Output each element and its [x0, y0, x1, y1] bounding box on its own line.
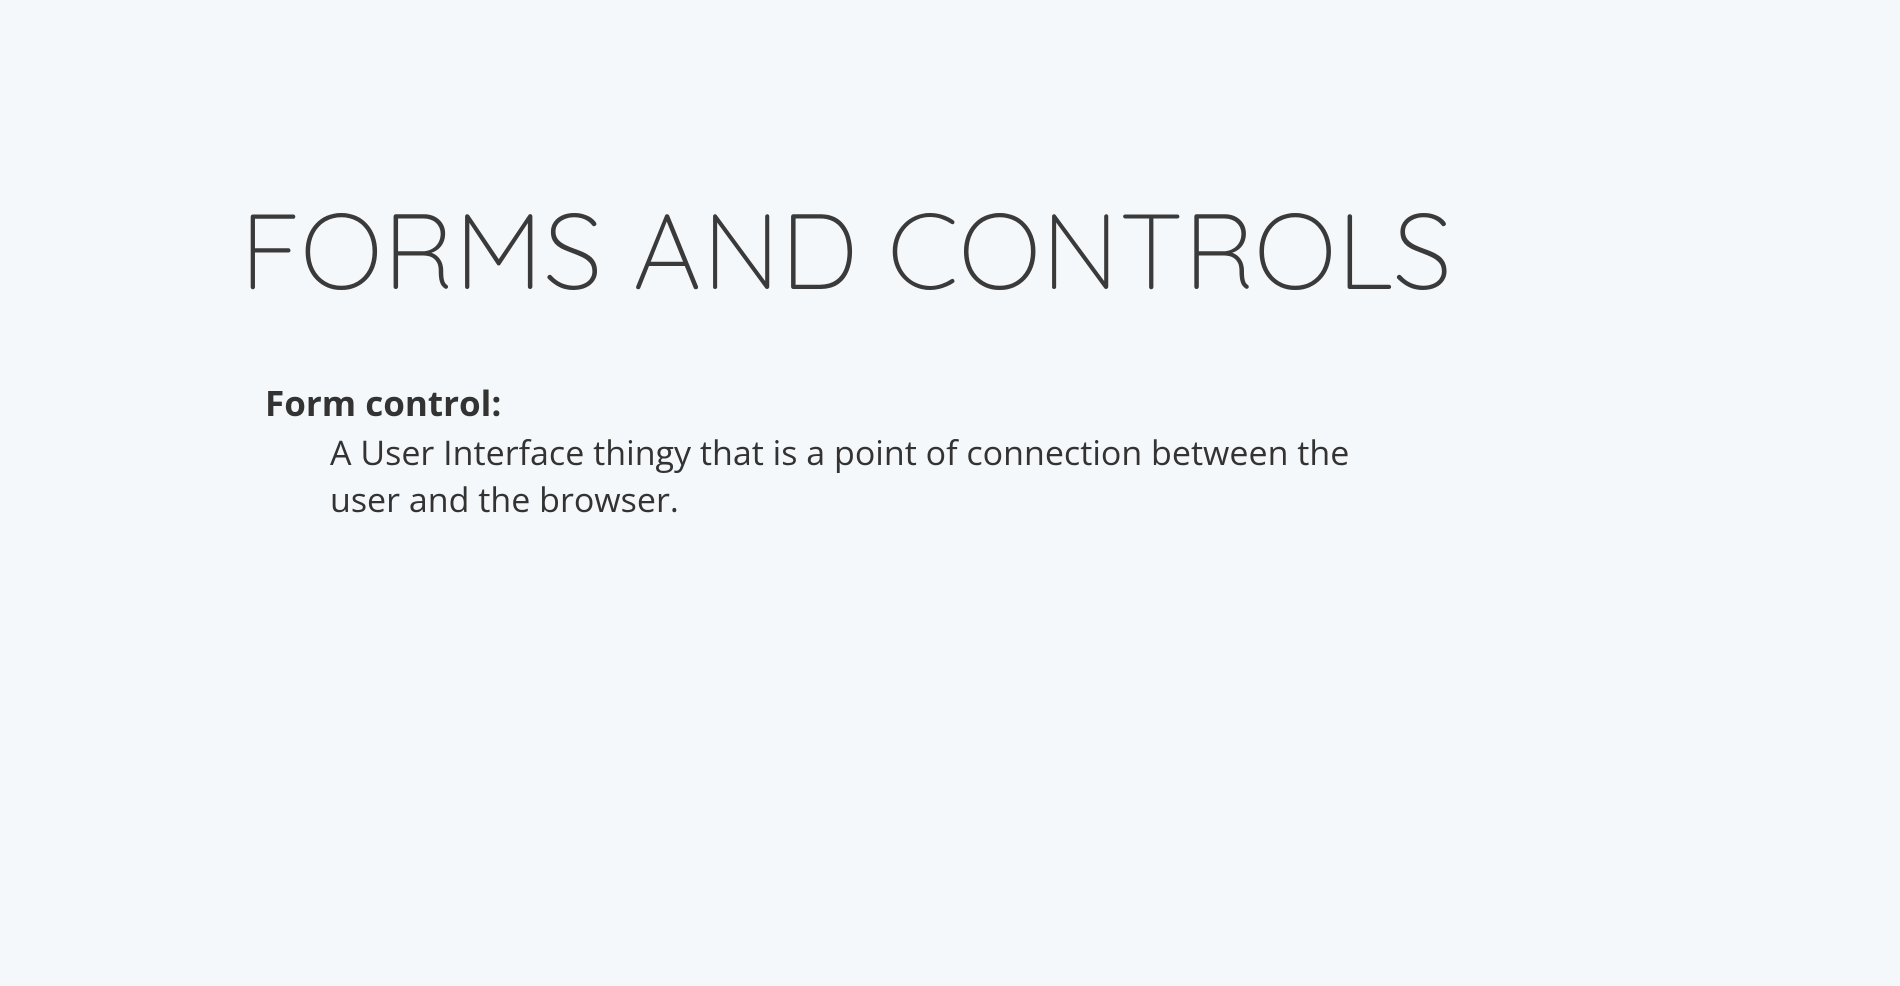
definition-block: Form control: A User Interface thingy th…: [265, 380, 1365, 523]
definition-term: Form control:: [265, 380, 1365, 427]
slide-container: FORMS AND CONTROLS Form control: A User …: [0, 0, 1900, 523]
definition-text: A User Interface thingy that is a point …: [330, 429, 1365, 523]
slide-title: FORMS AND CONTROLS: [240, 175, 1660, 325]
